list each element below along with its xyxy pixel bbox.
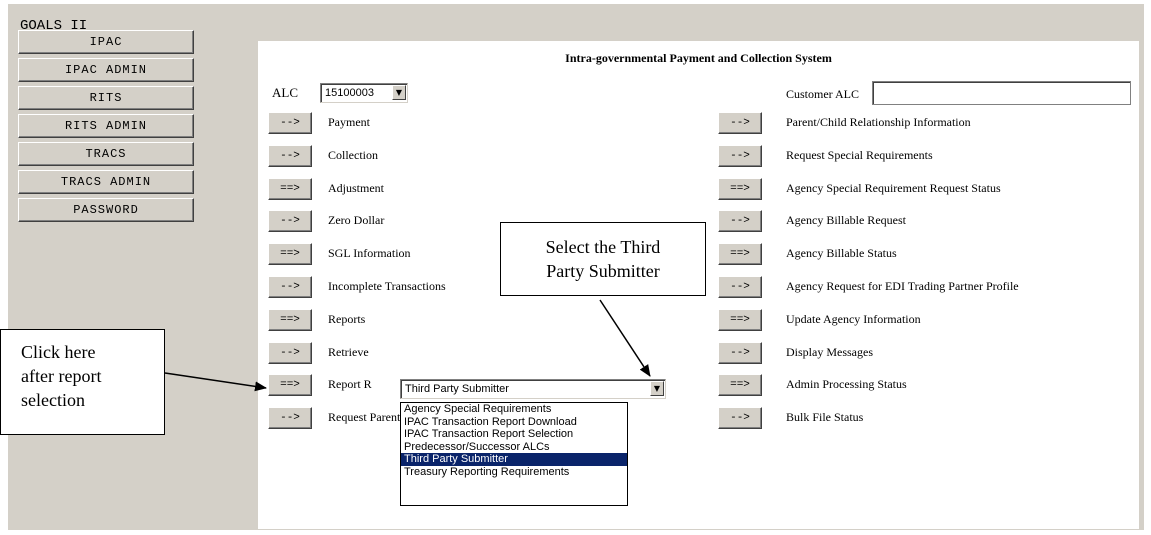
incomplete-label: Incomplete Transactions xyxy=(328,279,446,293)
customer-alc-input[interactable] xyxy=(872,81,1131,105)
dropdown-option[interactable]: IPAC Transaction Report Selection xyxy=(401,428,627,441)
collection-go-button[interactable]: --> xyxy=(268,145,312,167)
nav-rits-admin-button[interactable]: RITS ADMIN xyxy=(18,114,194,138)
alc-label: ALC xyxy=(272,85,298,100)
parent-child-info-go-button[interactable]: --> xyxy=(718,112,762,134)
dropdown-option[interactable]: Predecessor/Successor ALCs xyxy=(401,441,627,454)
incomplete-go-button[interactable]: --> xyxy=(268,276,312,298)
reports-dropdown-list: Agency Special Requirements IPAC Transac… xyxy=(400,402,628,506)
update-agency-label: Update Agency Information xyxy=(786,312,921,326)
parent-child-info-label: Parent/Child Relationship Information xyxy=(786,115,971,129)
zero-dollar-go-button[interactable]: --> xyxy=(268,210,312,232)
dropdown-option-selected[interactable]: Third Party Submitter xyxy=(401,453,627,466)
page-title: Intra-governmental Payment and Collectio… xyxy=(565,51,832,65)
callout-line: after report xyxy=(21,366,102,386)
display-messages-label: Display Messages xyxy=(786,345,873,359)
request-special-go-button[interactable]: --> xyxy=(718,145,762,167)
nav-tracs-admin-button[interactable]: TRACS ADMIN xyxy=(18,170,194,194)
dropdown-option[interactable]: IPAC Transaction Report Download xyxy=(401,416,627,429)
billable-request-go-button[interactable]: --> xyxy=(718,210,762,232)
callout-line: Click here xyxy=(21,342,96,362)
report-r-label: Report R xyxy=(328,377,372,391)
payment-go-button[interactable]: --> xyxy=(268,112,312,134)
edi-profile-label: Agency Request for EDI Trading Partner P… xyxy=(786,279,1019,293)
nav-password-button[interactable]: PASSWORD xyxy=(18,198,194,222)
request-special-label: Request Special Requirements xyxy=(786,148,933,162)
adjustment-label: Adjustment xyxy=(328,181,384,195)
bulk-file-label: Bulk File Status xyxy=(786,410,864,424)
special-status-go-button[interactable]: ==> xyxy=(718,178,762,200)
chevron-down-icon[interactable]: ▼ xyxy=(392,85,406,100)
report-r-go-button[interactable]: ==> xyxy=(268,374,312,396)
payment-label: Payment xyxy=(328,115,370,129)
display-messages-go-button[interactable]: --> xyxy=(718,342,762,364)
callout-select-third-party: Select the Third Party Submitter xyxy=(500,222,706,296)
reports-label: Reports xyxy=(328,312,366,326)
zero-dollar-label: Zero Dollar xyxy=(328,213,385,227)
sgl-info-label: SGL Information xyxy=(328,246,411,260)
nav-ipac-admin-button[interactable]: IPAC ADMIN xyxy=(18,58,194,82)
bulk-file-go-button[interactable]: --> xyxy=(718,407,762,429)
alc-select-value: 15100003 xyxy=(325,87,374,99)
callout-line: Party Submitter xyxy=(546,261,660,281)
alc-select[interactable]: 15100003 ▼ xyxy=(320,83,408,103)
request-parent-go-button[interactable]: --> xyxy=(268,407,312,429)
customer-alc-label: Customer ALC xyxy=(786,87,860,101)
collection-label: Collection xyxy=(328,148,378,162)
reports-select-value: Third Party Submitter xyxy=(405,383,509,395)
sgl-info-go-button[interactable]: ==> xyxy=(268,243,312,265)
retrieve-go-button[interactable]: --> xyxy=(268,342,312,364)
callout-line: Select the Third xyxy=(545,237,661,257)
reports-go-button[interactable]: ==> xyxy=(268,309,312,331)
reports-select[interactable]: Third Party Submitter ▼ xyxy=(400,379,666,399)
billable-status-label: Agency Billable Status xyxy=(786,246,897,260)
update-agency-go-button[interactable]: ==> xyxy=(718,309,762,331)
special-status-label: Agency Special Requirement Request Statu… xyxy=(786,181,1001,195)
chevron-down-icon[interactable]: ▼ xyxy=(650,381,664,396)
dropdown-option[interactable]: Treasury Reporting Requirements xyxy=(401,466,627,479)
nav-tracs-button[interactable]: TRACS xyxy=(18,142,194,166)
billable-status-go-button[interactable]: ==> xyxy=(718,243,762,265)
admin-processing-go-button[interactable]: ==> xyxy=(718,374,762,396)
edi-profile-go-button[interactable]: --> xyxy=(718,276,762,298)
billable-request-label: Agency Billable Request xyxy=(786,213,906,227)
adjustment-go-button[interactable]: ==> xyxy=(268,178,312,200)
callout-line: selection xyxy=(21,390,85,410)
nav-rits-button[interactable]: RITS xyxy=(18,86,194,110)
dropdown-option[interactable]: Agency Special Requirements xyxy=(401,403,627,416)
callout-click-here: Click here after report selection xyxy=(0,329,165,435)
nav-ipac-button[interactable]: IPAC xyxy=(18,30,194,54)
admin-processing-label: Admin Processing Status xyxy=(786,377,907,391)
retrieve-label: Retrieve xyxy=(328,345,369,359)
